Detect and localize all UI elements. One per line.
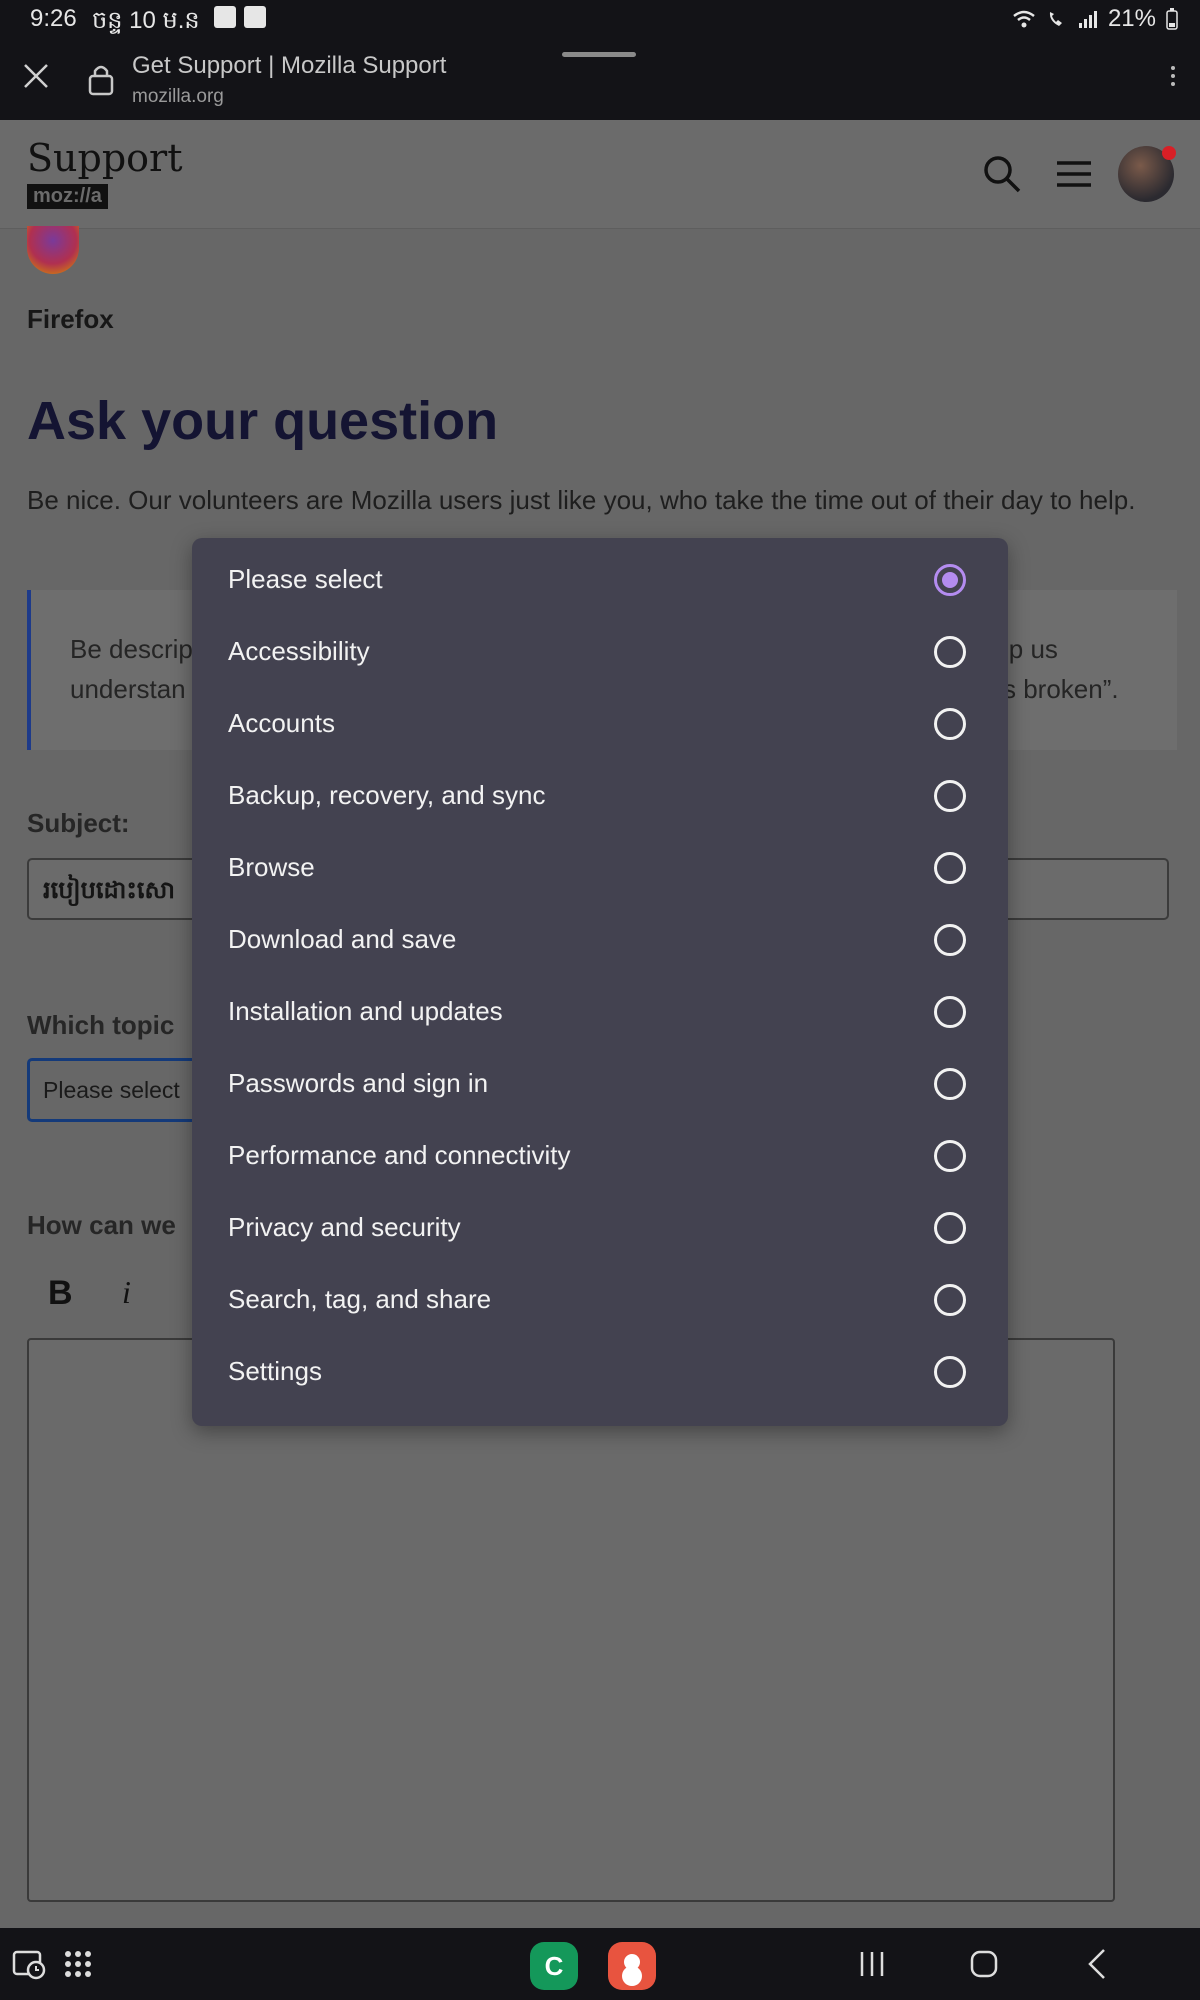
system-nav-bar	[0, 1928, 1200, 2000]
home-button-icon[interactable]	[962, 1942, 1006, 1986]
topic-option-label: Installation and updates	[228, 996, 503, 1026]
topic-option[interactable]: Installation and updates	[192, 974, 1008, 1046]
notification-dot	[1162, 146, 1176, 160]
contacts-app-icon[interactable]	[608, 1942, 656, 1990]
radio-unselected-icon[interactable]	[934, 780, 966, 812]
topic-option[interactable]: Please select	[192, 542, 1008, 614]
app-drawer-icon[interactable]	[56, 1942, 100, 1986]
recent-apps-edge-icon[interactable]	[8, 1942, 52, 1986]
intro-text: Be nice. Our volunteers are Mozilla user…	[27, 485, 1136, 515]
topic-option[interactable]: Search, tag, and share	[192, 1262, 1008, 1334]
status-right: 21%	[1012, 5, 1178, 33]
topic-option-label: Settings	[228, 1356, 322, 1386]
phone-app-icon[interactable]: C	[530, 1942, 578, 1990]
close-icon	[24, 64, 48, 88]
description-label: How can we	[27, 1210, 176, 1240]
app-notification-icon	[244, 6, 266, 28]
topic-option[interactable]: Performance and connectivity	[192, 1118, 1008, 1190]
more-menu-button[interactable]	[1168, 62, 1178, 96]
mozilla-logo[interactable]: moz://a	[27, 184, 108, 209]
close-tab-button[interactable]	[20, 58, 52, 98]
topic-picker-dialog: Please select Accessibility Accounts Backup…	[192, 538, 1008, 1426]
radio-unselected-icon[interactable]	[934, 996, 966, 1028]
topic-label: Which topic	[27, 1010, 175, 1040]
radio-unselected-icon[interactable]	[934, 1068, 966, 1100]
topic-option-label: Download and save	[228, 924, 457, 954]
avatar[interactable]	[1118, 146, 1176, 202]
wifi-call-icon	[1049, 12, 1062, 26]
support-logo[interactable]: Support	[27, 136, 182, 180]
status-bar: 9:26 ចន្ទ 10 ម.ន 21%	[0, 0, 1200, 38]
radio-unselected-icon[interactable]	[934, 852, 966, 884]
gallery-notification-icon	[214, 6, 236, 28]
page-heading: Ask your question	[27, 391, 499, 451]
back-button-icon[interactable]	[1076, 1942, 1120, 1986]
topic-option-label: Performance and connectivity	[228, 1140, 571, 1170]
topic-option-label: Accessibility	[228, 636, 370, 666]
topic-option[interactable]: Download and save	[192, 902, 1008, 974]
firefox-logo-icon	[27, 226, 79, 274]
bold-button[interactable]: B	[48, 1274, 73, 1313]
tip-text: s broken”.	[1003, 674, 1119, 704]
topic-option-label: Please select	[228, 564, 383, 594]
topic-option-label: Privacy and security	[228, 1212, 461, 1242]
topic-option-label: Accounts	[228, 708, 335, 738]
topic-option[interactable]: Accounts	[192, 686, 1008, 758]
topic-option-label: Passwords and sign in	[228, 1068, 489, 1098]
battery-percent: 21%	[1107, 5, 1156, 32]
topic-option[interactable]: Passwords and sign in	[192, 1046, 1008, 1118]
topic-option-label: Search, tag, and share	[228, 1284, 492, 1314]
subject-label: Subject:	[27, 808, 130, 838]
battery-icon	[1166, 8, 1178, 30]
topic-option[interactable]: Accessibility	[192, 614, 1008, 686]
radio-unselected-icon[interactable]	[934, 1284, 966, 1316]
topic-option[interactable]: Settings	[192, 1334, 1008, 1406]
radio-unselected-icon[interactable]	[934, 924, 966, 956]
radio-selected-icon[interactable]	[934, 564, 966, 596]
product-name: Firefox	[27, 304, 114, 334]
recents-button-icon[interactable]	[850, 1942, 894, 1986]
topic-option[interactable]: Browse	[192, 830, 1008, 902]
drag-handle[interactable]	[562, 52, 636, 57]
notification-icons	[214, 6, 266, 28]
wifi-icon	[1013, 10, 1035, 28]
radio-unselected-icon[interactable]	[934, 636, 966, 668]
url-text[interactable]: mozilla.org	[132, 86, 224, 108]
tip-text: lp us	[1003, 634, 1058, 664]
topic-option-label: Browse	[228, 852, 315, 882]
radio-unselected-icon[interactable]	[934, 1356, 966, 1388]
lock-icon	[88, 65, 114, 96]
radio-unselected-icon[interactable]	[934, 708, 966, 740]
topic-select[interactable]: Please select	[27, 1058, 197, 1122]
hamburger-menu-icon[interactable]	[1054, 154, 1094, 194]
radio-unselected-icon[interactable]	[934, 1140, 966, 1172]
topic-option[interactable]: Backup, recovery, and sync	[192, 758, 1008, 830]
tip-text: understan	[70, 674, 186, 704]
site-header: Support moz://a	[0, 120, 1200, 229]
search-icon[interactable]	[982, 154, 1022, 194]
tip-text: Be descrip	[70, 634, 193, 664]
browser-toolbar: Get Support | Mozilla Support mozilla.or…	[0, 38, 1200, 120]
radio-unselected-icon[interactable]	[934, 1212, 966, 1244]
status-time: 9:26	[30, 5, 77, 32]
signal-icon	[1078, 11, 1097, 28]
topic-option[interactable]: Privacy and security	[192, 1190, 1008, 1262]
topic-option-label: Backup, recovery, and sync	[228, 780, 546, 810]
status-date: ចន្ទ 10 ម.ន	[92, 7, 200, 34]
page-title[interactable]: Get Support | Mozilla Support	[132, 52, 446, 80]
italic-button[interactable]: i	[122, 1274, 131, 1311]
